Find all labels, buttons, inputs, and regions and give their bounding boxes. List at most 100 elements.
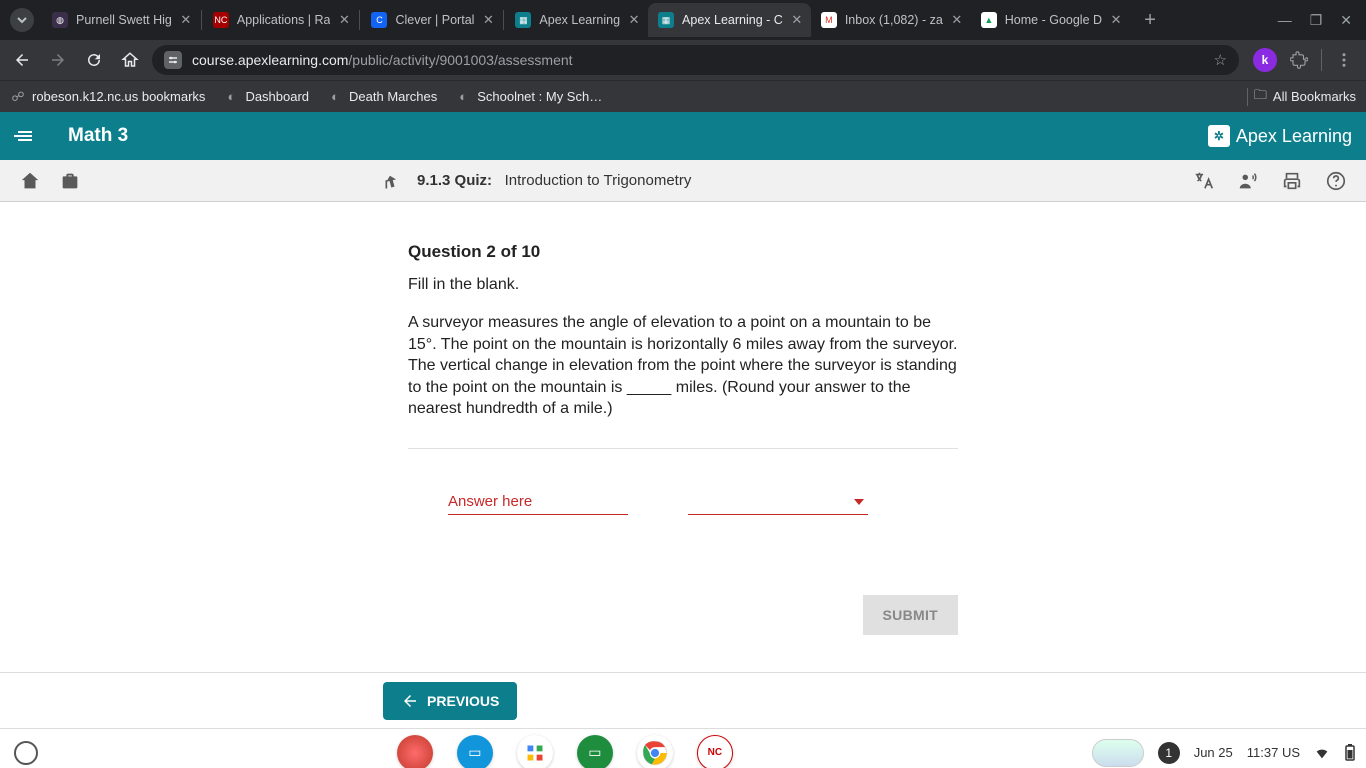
tab-search-button[interactable] (10, 8, 34, 32)
tab-close-button[interactable]: ✕ (480, 12, 496, 28)
tab-close-button[interactable]: ✕ (336, 12, 352, 28)
unit-select[interactable] (688, 491, 868, 515)
browser-tab[interactable]: ▲ Home - Google D ✕ (971, 3, 1130, 37)
print-button[interactable] (1280, 169, 1304, 193)
browser-tab[interactable]: NC Applications | Ra ✕ (203, 3, 359, 37)
breadcrumb-code: 9.1.3 (417, 172, 450, 189)
bookmark-item[interactable]: ◐ Death Marches (327, 89, 437, 105)
translate-button[interactable] (1192, 169, 1216, 193)
previous-button[interactable]: PREVIOUS (383, 682, 517, 720)
home-icon (19, 170, 41, 192)
window-controls: — ❐ ✕ (1278, 12, 1366, 29)
new-tab-button[interactable]: + (1136, 6, 1164, 34)
notification-badge[interactable]: 1 (1158, 742, 1180, 764)
tab-title: Apex Learning - C (682, 13, 783, 27)
squares-icon (525, 743, 545, 763)
bookmark-item[interactable]: ☍ robeson.k12.nc.us bookmarks (10, 89, 205, 105)
bookmark-label: robeson.k12.nc.us bookmarks (32, 89, 205, 104)
bookmarks-bar: ☍ robeson.k12.nc.us bookmarks ◐ Dashboar… (0, 80, 1366, 112)
bookmark-label: Schoolnet : My Sch… (477, 89, 602, 104)
bookmark-label: Dashboard (245, 89, 309, 104)
app-news[interactable]: ▭ (457, 735, 493, 768)
shelf-date[interactable]: Jun 25 (1194, 745, 1233, 760)
forward-button[interactable] (44, 46, 72, 74)
menu-button[interactable] (14, 131, 44, 141)
arrow-right-icon (49, 51, 67, 69)
shelf-time[interactable]: 11:37 US (1247, 745, 1300, 760)
submit-button[interactable]: SUBMIT (863, 595, 958, 635)
extensions-puzzle-button[interactable] (1285, 46, 1313, 74)
app-classroom[interactable]: ▭ (577, 735, 613, 768)
tab-close-button[interactable]: ✕ (789, 12, 805, 28)
launcher-button[interactable] (14, 741, 38, 765)
os-shelf: ▭ ▭ NC 1 Jun 25 11:37 US (0, 728, 1366, 768)
bookmark-star-button[interactable]: ☆ (1214, 51, 1227, 69)
app-paint[interactable] (397, 735, 433, 768)
reload-button[interactable] (80, 46, 108, 74)
site-settings-icon[interactable] (164, 51, 182, 69)
chevron-down-icon (854, 499, 864, 505)
navigation-bar: PREVIOUS (0, 672, 1366, 728)
back-button[interactable] (8, 46, 36, 74)
home-button[interactable] (116, 46, 144, 74)
favicon-icon: ◍ (52, 12, 68, 28)
all-bookmarks-label: All Bookmarks (1273, 89, 1356, 104)
tab-title: Clever | Portal (395, 13, 474, 27)
read-aloud-button[interactable] (1236, 169, 1260, 193)
bookmark-item[interactable]: ◐ Dashboard (223, 89, 309, 105)
tab-close-button[interactable]: ✕ (178, 12, 194, 28)
kebab-icon (1335, 51, 1353, 69)
favicon-icon: ▲ (981, 12, 997, 28)
app-files[interactable] (517, 735, 553, 768)
tab-title: Purnell Swett Hig (76, 13, 172, 27)
tab-title: Applications | Ra (237, 13, 331, 27)
maximize-button[interactable]: ❐ (1310, 12, 1323, 29)
tab-close-button[interactable]: ✕ (949, 12, 965, 28)
shelf-status: 1 Jun 25 11:37 US (1092, 739, 1356, 767)
content-area: Question 2 of 10 Fill in the blank. A su… (0, 202, 1366, 672)
battery-icon[interactable] (1344, 744, 1356, 762)
tab-close-button[interactable]: ✕ (626, 12, 642, 28)
minimize-button[interactable]: — (1278, 12, 1292, 28)
browser-tab[interactable]: C Clever | Portal ✕ (361, 3, 502, 37)
puzzle-icon (1290, 51, 1308, 69)
question-instruction: Fill in the blank. (408, 276, 958, 294)
tab-title: Apex Learning (539, 13, 620, 27)
answer-input[interactable] (448, 489, 628, 515)
resources-button[interactable] (58, 169, 82, 193)
bookmark-item[interactable]: ◐ Schoolnet : My Sch… (455, 89, 602, 105)
dashboard-home-button[interactable] (18, 169, 42, 193)
chrome-menu-button[interactable] (1330, 46, 1358, 74)
app-header: Math 3 ✲ Apex Learning (0, 112, 1366, 160)
all-bookmarks-button[interactable]: 🗀 All Bookmarks (1247, 86, 1356, 108)
tab-title: Inbox (1,082) - za (845, 13, 943, 27)
app-nctest[interactable]: NC (697, 735, 733, 768)
divider (408, 448, 958, 449)
submit-row: SUBMIT (408, 595, 958, 635)
tune-icon (168, 55, 178, 65)
url-text: course.apexlearning.com/public/activity/… (192, 52, 573, 68)
close-window-button[interactable]: ✕ (1340, 12, 1352, 29)
browser-tab[interactable]: M Inbox (1,082) - za ✕ (811, 3, 971, 37)
browser-tab[interactable]: ▦ Apex Learning ✕ (505, 3, 648, 37)
favicon-icon: ▦ (658, 12, 674, 28)
question-body: A surveyor measures the angle of elevati… (408, 312, 958, 420)
tab-close-button[interactable]: ✕ (1108, 12, 1124, 28)
wifi-icon[interactable] (1314, 745, 1330, 761)
address-bar[interactable]: course.apexlearning.com/public/activity/… (152, 45, 1239, 75)
help-circle-icon (1325, 170, 1347, 192)
breadcrumb: 9.1.3 Quiz: Introduction to Trigonometry (417, 172, 691, 189)
breadcrumb-kind: Quiz: (455, 172, 493, 189)
browser-tab[interactable]: ◍ Purnell Swett Hig ✕ (42, 3, 200, 37)
arrow-left-icon (13, 51, 31, 69)
answer-row (408, 489, 958, 515)
globe-icon: ◐ (327, 89, 343, 105)
up-level-button[interactable] (383, 171, 403, 191)
weather-chip[interactable] (1092, 739, 1144, 767)
extension-kami-button[interactable]: k (1253, 48, 1277, 72)
browser-tab-active[interactable]: ▦ Apex Learning - C ✕ (648, 3, 811, 37)
help-button[interactable] (1324, 169, 1348, 193)
app-chrome[interactable] (637, 735, 673, 768)
shelf-apps: ▭ ▭ NC (397, 735, 733, 768)
arrow-up-left-icon (383, 171, 403, 191)
